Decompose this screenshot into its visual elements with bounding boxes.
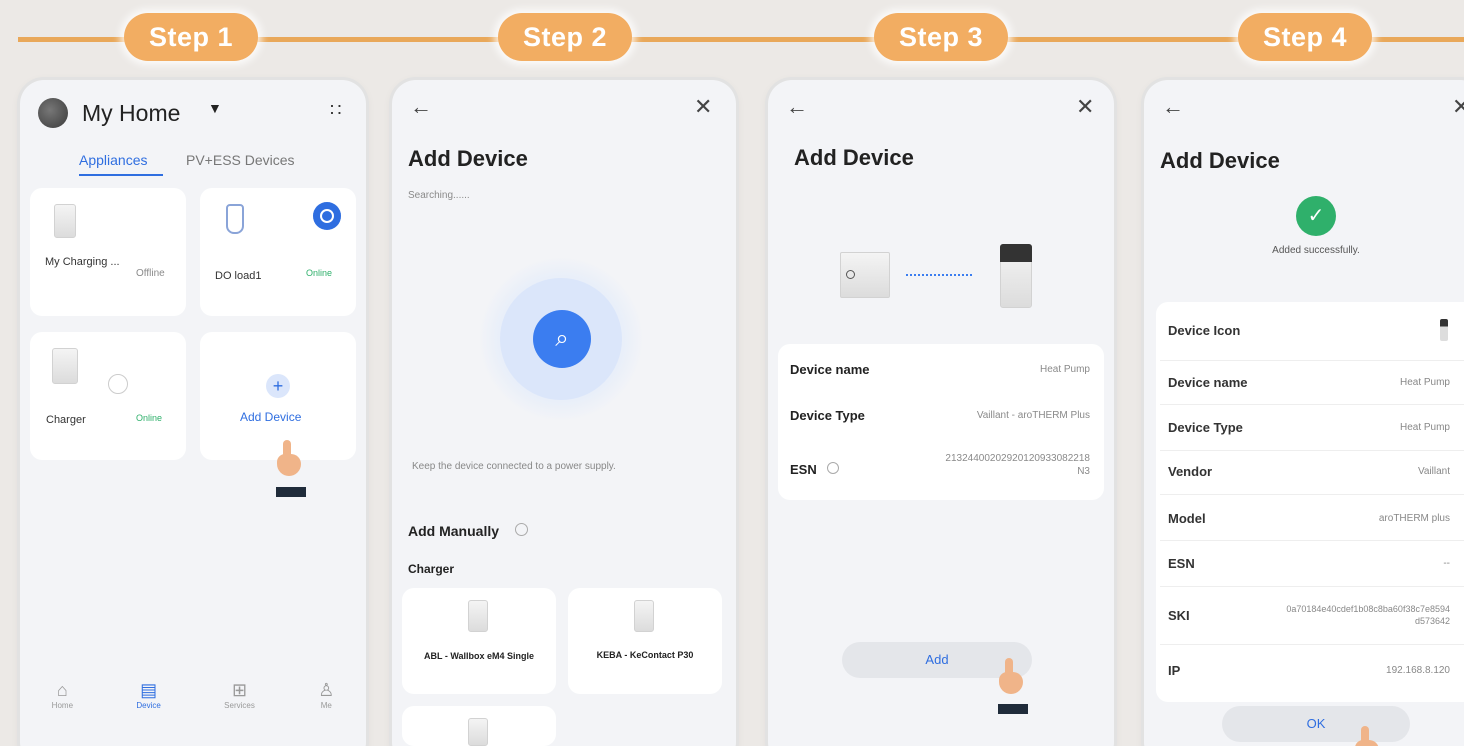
divider [1160,644,1464,645]
device-details-card [1156,302,1464,702]
status-badge: Online [306,268,333,278]
device-name: Charger [46,414,86,426]
device-name: My Charging ... [45,256,120,268]
fan-icon [846,270,855,279]
success-check-icon: ✓ [1296,196,1336,236]
charger-device-icon [634,600,654,632]
divider [1160,494,1464,495]
nav-device[interactable]: ▤ Device [136,680,160,710]
device-name: DO load1 [215,270,262,282]
step-4-badge: Step 4 [1238,13,1372,61]
charger-name: KEBA - KeContact P30 [596,650,694,660]
row-vendor: Vendor Vaillant [1168,463,1450,479]
hand-cuff [998,704,1028,714]
close-icon[interactable]: ✕ [1076,94,1094,120]
bottom-nav: ⌂ Home ▤ Device ⊞ Services ♙ Me [20,680,366,746]
tab-underline [79,174,163,176]
tap-hand-icon [996,658,1024,694]
charger-device-icon [468,600,488,632]
search-icon: ⌕ [533,310,591,368]
back-arrow-icon[interactable]: ← [786,94,808,120]
step-3-badge: Step 3 [874,13,1008,61]
row-device-name[interactable]: Device name Heat Pump [1168,370,1464,394]
status-badge: Offline [136,268,165,279]
tap-hand-icon [274,440,302,476]
searching-status: Searching...... [408,190,470,201]
charger-device-icon [52,348,78,384]
ok-button[interactable]: OK [1222,706,1410,742]
charger-device-icon [468,718,488,746]
power-hint: Keep the device connected to a power sup… [412,461,616,472]
tab-pv-ess[interactable]: PV+ESS Devices [186,152,295,168]
device-type-label: Device Type [790,408,865,423]
status-badge: Online [136,413,163,423]
row-device-icon: Device Icon [1168,318,1464,342]
device-type-value: Vaillant - aroTHERM Plus [976,410,1090,421]
divider [1160,586,1464,587]
category-label: Charger [408,562,455,576]
controller-display [1000,244,1032,262]
hand-cuff [276,487,306,497]
divider [1160,540,1464,541]
avatar[interactable] [38,98,68,128]
charger-name: ABL - Wallbox eM4 Single [423,651,534,661]
esn-value: 21324400202920120933082218N3 [945,453,1090,477]
user-icon: ♙ [318,680,335,700]
nav-home[interactable]: ⌂ Home [52,680,73,710]
nav-me[interactable]: ♙ Me [318,680,334,710]
home-icon: ⌂ [56,680,68,700]
row-ski: SKI 0a70184e40cdef1b08c8ba60f38c7e8594d57… [1168,604,1450,626]
esn-label: ESN [790,462,817,477]
power-toggle-button[interactable] [313,202,341,230]
device-name-label: Device name [790,362,870,377]
device-icon: ▤ [140,680,158,700]
add-manually-label: Add Manually [408,523,500,539]
tap-hand-icon [1352,726,1380,746]
row-device-type: Device Type Heat Pump [1168,419,1450,435]
step-1-badge: Step 1 [124,13,258,61]
connection-dots [906,274,972,276]
info-icon[interactable] [515,523,528,536]
power-toggle-button[interactable] [108,374,128,394]
row-ip: IP 192.168.8.120 [1168,662,1450,678]
home-title[interactable]: My Home [82,100,180,127]
plug-icon [226,204,244,234]
close-icon[interactable]: ✕ [1452,94,1464,120]
page-title: Add Device [1160,148,1280,173]
heat-pump-thumb-icon [1440,319,1448,341]
close-icon[interactable]: ✕ [694,94,712,120]
divider [1160,360,1464,361]
row-model: Model aroTHERM plus [1168,510,1450,526]
nav-services[interactable]: ⊞ Services [224,680,255,710]
charger-device-icon [54,204,76,238]
success-message: Added successfully. [1272,245,1360,256]
page-title: Add Device [408,146,528,171]
back-arrow-icon[interactable]: ← [410,94,432,120]
back-arrow-icon[interactable]: ← [1162,94,1184,120]
row-esn: ESN -- [1168,555,1450,571]
tab-appliances[interactable]: Appliances [79,152,148,168]
page-title: Add Device [794,145,914,170]
grid-menu-icon[interactable]: ∷ [330,100,342,121]
add-device-label: Add Device [240,410,302,424]
services-icon: ⊞ [231,680,248,700]
divider [1160,450,1464,451]
divider [1160,404,1464,405]
info-icon[interactable] [827,462,839,474]
device-name-value[interactable]: Heat Pump [900,364,1090,375]
step-2-badge: Step 2 [498,13,632,61]
chevron-down-icon[interactable]: ▼ [208,100,222,116]
plus-icon: + [266,374,290,398]
